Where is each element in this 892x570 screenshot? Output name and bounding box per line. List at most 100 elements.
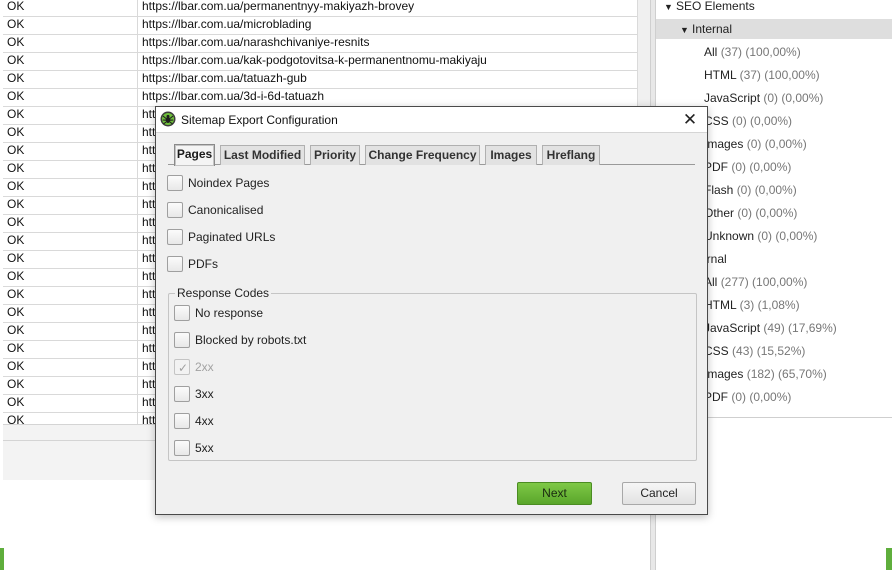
status-cell: OK [3,251,138,268]
tree-node[interactable]: CSS (43) (15,52%) [704,341,805,361]
right-edge-accent [886,548,892,570]
noindex-pages-checkbox[interactable] [167,175,183,191]
dialog-titlebar[interactable]: Sitemap Export Configuration ✕ [156,107,707,133]
tree-node[interactable]: All (277) (100,00%) [704,272,807,292]
status-cell: OK [3,53,138,70]
status-cell: OK [3,287,138,304]
checkbox-label: 5xx [195,441,214,455]
status-cell: OK [3,269,138,286]
response-codes-group: Response Codes No response Blocked by ro… [168,286,697,461]
tree-node-count: (3) (1,08%) [739,298,800,312]
tree-node[interactable]: ▼ Internal [656,19,892,39]
spider-icon [160,111,176,127]
paginated-urls-checkbox[interactable] [167,229,183,245]
tree-node-count: (0) (0,00%) [757,229,818,243]
table-row[interactable]: OK https://lbar.com.ua/microblading [3,17,637,35]
url-cell: https://lbar.com.ua/3d-i-6d-tatuazh [142,89,325,103]
table-row[interactable]: OK https://lbar.com.ua/permanentnyy-makiy… [3,0,637,17]
checkbox-label: Paginated URLs [188,230,276,244]
table-row[interactable]: OK https://lbar.com.ua/3d-i-6d-tatuazh [3,89,637,107]
tab-hreflang[interactable]: Hreflang [542,145,600,165]
tab-last-modified[interactable]: Last Modified [220,145,305,165]
cancel-button[interactable]: Cancel [622,482,696,505]
triangle-down-icon[interactable]: ▼ [664,0,676,17]
checkbox-label: 3xx [195,387,214,401]
status-cell: OK [3,179,138,196]
tree-node[interactable]: Images (182) (65,70%) [704,364,827,384]
tree-node-count: (277) (100,00%) [720,275,808,289]
no-response-checkbox[interactable] [174,305,190,321]
tab-images[interactable]: Images [485,145,537,165]
table-row[interactable]: OK https://lbar.com.ua/tatuazh-gub [3,71,637,89]
tree-node-label: Flash [704,183,734,197]
2xx-checkbox: ✓ [174,359,190,375]
tree-node-count: (0) (0,00%) [763,91,824,105]
checkbox-label: No response [195,306,264,320]
tree-node[interactable]: PDF (0) (0,00%) [704,157,791,177]
table-row[interactable]: OK https://lbar.com.ua/kak-podgotovitsa-k… [3,53,637,71]
checkbox-label: Noindex Pages [188,176,270,190]
tree-node[interactable]: PDF (0) (0,00%) [704,387,791,407]
tree-node-count: (0) (0,00%) [732,114,793,128]
tree-node-label: All [704,45,718,59]
url-cell: https://lbar.com.ua/tatuazh-gub [142,71,307,85]
tree-node-label: HTML [704,298,737,312]
tree-node-label: SEO Elements [676,0,755,13]
checkbox-label: 2xx [195,360,214,374]
tree-node[interactable]: Flash (0) (0,00%) [704,180,797,200]
tree-node-label: Images [704,367,744,381]
tree-node[interactable]: HTML (3) (1,08%) [704,295,800,315]
table-row[interactable]: OK https://lbar.com.ua/narashchivaniye-re… [3,35,637,53]
tab-priority[interactable]: Priority [310,145,360,165]
status-cell: OK [3,0,138,16]
tree-node-count: (37) (100,00%) [739,68,820,82]
tree-node[interactable]: Other (0) (0,00%) [704,203,797,223]
status-cell: OK [3,395,138,412]
3xx-checkbox[interactable] [174,386,190,402]
checkbox-label: 4xx [195,414,214,428]
status-cell: OK [3,359,138,376]
tree-node[interactable]: JavaScript (49) (17,69%) [704,318,837,338]
status-cell: OK [3,71,138,88]
tree-node[interactable]: ▼ SEO Elements [664,0,755,16]
blocked-by-robots-checkbox[interactable] [174,332,190,348]
status-cell: OK [3,143,138,160]
tree-node[interactable]: HTML (37) (100,00%) [704,65,820,85]
tree-node[interactable]: CSS (0) (0,00%) [704,111,792,131]
tree-node-label: JavaScript [704,321,761,335]
tree-node[interactable]: Images (0) (0,00%) [704,134,807,154]
status-cell: OK [3,215,138,232]
status-cell: OK [3,107,138,124]
tree-node-count: (43) (15,52%) [732,344,806,358]
status-cell: OK [3,413,138,424]
next-button[interactable]: Next [517,482,592,505]
tab-bar: Pages Last Modified Priority Change Freq… [168,144,695,166]
tree-node[interactable]: JavaScript (0) (0,00%) [704,88,823,108]
close-icon[interactable]: ✕ [678,108,702,132]
response-codes-legend: Response Codes [175,286,272,300]
status-cell: OK [3,197,138,214]
tree-node-label: Unknown [704,229,755,243]
tree-node-label: Other [704,206,735,220]
triangle-down-icon[interactable]: ▼ [680,20,692,40]
tree-node-count: (49) (17,69%) [763,321,837,335]
tree-node[interactable]: Unknown (0) (0,00%) [704,226,817,246]
tree-node-count: (0) (0,00%) [736,183,797,197]
status-cell: OK [3,323,138,340]
url-cell: https://lbar.com.ua/kak-podgotovitsa-k-p… [142,53,487,67]
tree-node-label: HTML [704,68,737,82]
checkbox-label: PDFs [188,257,218,271]
url-cell: https://lbar.com.ua/microblading [142,17,312,31]
status-cell: OK [3,305,138,322]
4xx-checkbox[interactable] [174,413,190,429]
5xx-checkbox[interactable] [174,440,190,456]
pdfs-checkbox[interactable] [167,256,183,272]
tree-node[interactable]: All (37) (100,00%) [704,42,801,62]
canonicalised-checkbox[interactable] [167,202,183,218]
tab-pages[interactable]: Pages [174,144,215,166]
tab-change-frequency[interactable]: Change Frequency [365,145,480,165]
tree-node-count: (0) (0,00%) [746,137,807,151]
status-cell: OK [3,377,138,394]
checkbox-label: Canonicalised [188,203,264,217]
status-cell: OK [3,35,138,52]
